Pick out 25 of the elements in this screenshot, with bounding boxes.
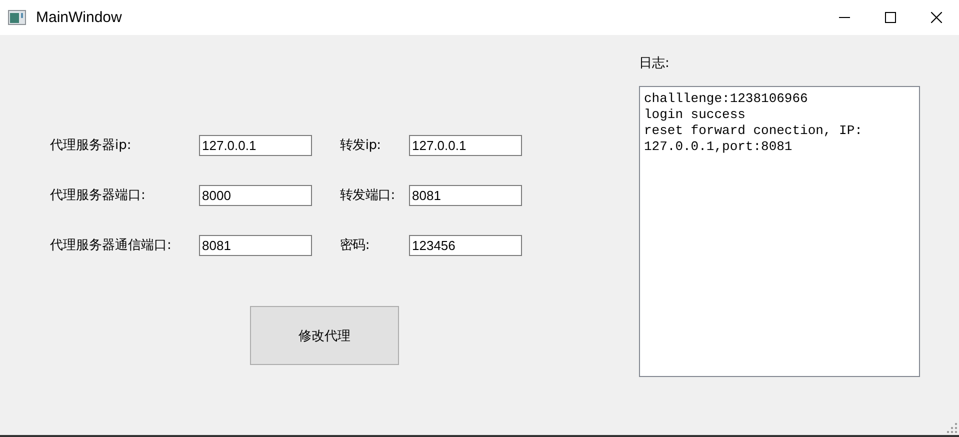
field-label: 代理服务器端口: <box>50 187 146 205</box>
field-label: 代理服务器ip: <box>50 137 132 155</box>
field-label: 转发端口: <box>340 187 396 205</box>
field-label: 代理服务器通信端口: <box>50 237 172 255</box>
field-label: 转发ip: <box>340 137 382 155</box>
log-line: 127.0.0.1,port:8081 <box>644 139 794 155</box>
log-label: 日志: <box>639 55 670 73</box>
maximize-icon <box>884 12 896 23</box>
log-line: login success <box>644 107 746 123</box>
modify-proxy-button[interactable]: 修改代理 <box>250 306 399 365</box>
log-box[interactable]: challlenge:1238106966 login success reset forward conection, IP: 127.0.0.1,port:8081 <box>639 86 920 377</box>
input-field[interactable]: 8000 <box>199 185 312 206</box>
input-field[interactable]: 8081 <box>409 185 522 206</box>
log-line: challlenge:1238106966 <box>644 91 809 107</box>
app-icon <box>8 10 26 25</box>
close-icon <box>930 12 942 23</box>
size-grip-icon <box>947 423 957 433</box>
input-field[interactable]: 127.0.0.1 <box>199 135 312 156</box>
input-field[interactable]: 127.0.0.1 <box>409 135 522 156</box>
field-label: 密码: <box>340 237 370 255</box>
minimize-icon <box>838 17 850 18</box>
log-line: reset forward conection, IP: <box>644 123 864 139</box>
window-title: MainWindow <box>36 9 123 26</box>
input-field[interactable]: 123456 <box>409 235 522 256</box>
input-field[interactable]: 8081 <box>199 235 312 256</box>
